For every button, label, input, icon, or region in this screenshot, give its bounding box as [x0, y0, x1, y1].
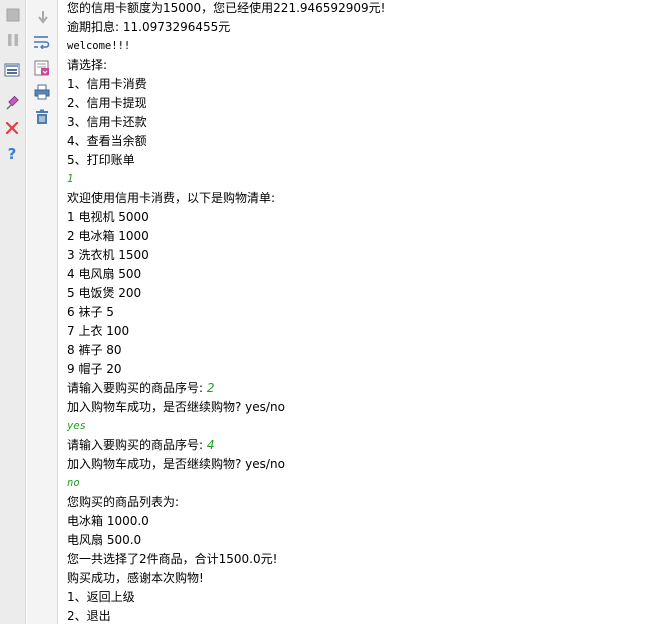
console-side-toolbar — [27, 0, 58, 624]
scroll-to-end-button[interactable] — [32, 6, 54, 28]
menu-option: 3、信用卡还款 — [67, 115, 147, 129]
product-item: 1 电视机 5000 — [67, 210, 149, 224]
product-item: 7 上衣 100 — [67, 324, 130, 338]
user-input: 2 — [206, 381, 215, 395]
user-input-line: yes — [67, 420, 86, 432]
prompt-line: 请输入要购买的商品序号: 4 — [67, 437, 215, 453]
clear-all-icon — [36, 109, 48, 124]
product-item: 4 电风扇 500 — [67, 267, 142, 281]
console-line: 加入购物车成功，是否继续购物? yes/no — [67, 400, 285, 414]
close-icon — [5, 121, 19, 135]
console-line: 购买成功，感谢本次购物! — [67, 571, 204, 585]
console-line: 您的信用卡额度为15000，您已经使用221.946592909元! — [67, 1, 386, 15]
pause-icon — [8, 34, 18, 46]
print-button[interactable] — [31, 81, 53, 103]
pin-tab-button[interactable] — [1, 92, 23, 114]
product-item: 8 裤子 80 — [67, 343, 122, 357]
print-icon — [34, 84, 50, 100]
restore-layout-icon — [4, 63, 20, 77]
stop-button[interactable] — [2, 4, 24, 26]
menu-option: 5、打印账单 — [67, 153, 135, 167]
product-item: 5 电饭煲 200 — [67, 286, 142, 300]
user-input-line: 1 — [67, 173, 74, 185]
cart-item: 电冰箱 1000.0 — [67, 514, 149, 528]
user-input-line: no — [67, 477, 80, 489]
console-line: 加入购物车成功，是否继续购物? yes/no — [67, 457, 285, 471]
menu-option: 2、退出 — [67, 609, 111, 623]
menu-option: 1、信用卡消费 — [67, 77, 147, 91]
user-input: 4 — [206, 438, 215, 452]
help-button[interactable]: ? — [1, 142, 23, 164]
product-item: 3 洗衣机 1500 — [67, 248, 149, 262]
pin-tab-icon — [6, 95, 19, 110]
console-line: 您购买的商品列表为: — [67, 495, 180, 509]
prompt-text: 请输入要购买的商品序号: — [67, 381, 207, 395]
console-line: 欢迎使用信用卡消费，以下是购物清单: — [67, 191, 276, 205]
console-line: 您一共选择了2件商品，合计1500.0元! — [67, 552, 278, 566]
console-output[interactable]: 您的信用卡额度为15000，您已经使用221.946592909元! 逾期扣息:… — [67, 0, 642, 624]
product-item: 9 帽子 20 — [67, 362, 122, 376]
product-item: 2 电冰箱 1000 — [67, 229, 149, 243]
help-icon: ? — [8, 145, 17, 161]
console-line: 请选择: — [67, 58, 108, 72]
menu-option: 2、信用卡提现 — [67, 96, 147, 110]
prompt-text: 请输入要购买的商品序号: — [67, 438, 207, 452]
console-line: 逾期扣息: 11.0973296455元 — [67, 20, 231, 34]
soft-wrap-button[interactable] — [31, 30, 53, 52]
scroll-to-end-icon — [38, 11, 48, 24]
console-line: welcome!!! — [67, 40, 131, 52]
close-button[interactable] — [1, 117, 23, 139]
menu-option: 1、返回上级 — [67, 590, 135, 604]
restore-layout-button[interactable] — [1, 59, 23, 81]
menu-option: 4、查看当余额 — [67, 134, 147, 148]
scroll-lock-icon — [34, 60, 49, 76]
prompt-line: 请输入要购买的商品序号: 2 — [67, 380, 215, 396]
svg-text:?: ? — [8, 145, 17, 161]
clear-all-button[interactable] — [31, 106, 53, 128]
product-item: 6 袜子 5 — [67, 305, 114, 319]
pause-button[interactable] — [2, 29, 24, 51]
left-toolbar: ? — [0, 0, 26, 624]
stop-icon — [6, 8, 20, 22]
soft-wrap-icon — [34, 36, 50, 49]
cart-item: 电风扇 500.0 — [67, 533, 142, 547]
scroll-lock-button[interactable] — [31, 57, 53, 79]
